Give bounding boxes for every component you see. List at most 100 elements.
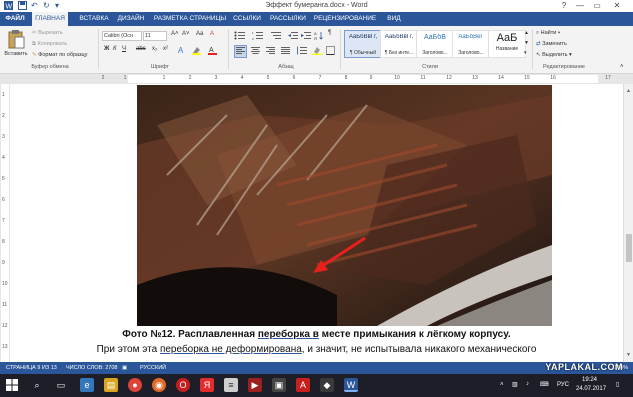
highlight-icon[interactable] (192, 45, 201, 57)
styles-more-icon[interactable]: ▾ (524, 50, 527, 56)
proofing-icon[interactable]: ▣ (122, 365, 127, 371)
app-icon[interactable]: ◆ (320, 378, 334, 392)
editing-group-label: Редактирование (543, 64, 585, 70)
vertical-ruler[interactable]: 1 2 3 4 5 6 7 8 9 10 11 12 13 (0, 84, 10, 362)
sort-icon[interactable]: AЯ (314, 31, 323, 42)
search-icon: ⌕ (536, 30, 540, 36)
change-case-button[interactable]: Aa (196, 31, 203, 37)
justify-icon[interactable] (280, 46, 291, 57)
vertical-scrollbar[interactable]: ▲ ▼ (623, 84, 633, 362)
ruler-number: 17 (605, 75, 611, 81)
text-effects-icon[interactable]: A (178, 45, 187, 56)
font-family-select[interactable]: Calibri (Осн (102, 31, 142, 41)
edge-icon[interactable]: e (80, 378, 94, 392)
opera-icon[interactable]: O (176, 378, 190, 392)
find-button[interactable]: ⌕ Найти ▾ (536, 30, 560, 37)
align-center-icon[interactable] (250, 46, 261, 57)
shading-icon[interactable] (312, 46, 322, 57)
minimize-button[interactable]: — (572, 0, 588, 12)
styles-scroll-down-icon[interactable]: ▼ (524, 40, 529, 46)
file-explorer-icon[interactable]: ▤ (104, 378, 118, 392)
increase-indent-icon[interactable] (301, 31, 311, 42)
chrome-icon[interactable]: ● (128, 378, 142, 392)
task-view-icon[interactable]: ▭ (54, 378, 68, 392)
scroll-up-icon[interactable]: ▲ (626, 88, 631, 94)
caption-text: месте примыкания к лёгкому корпусу. (318, 329, 511, 340)
help-button[interactable]: ? (556, 0, 572, 12)
tab-design[interactable]: ДИЗАЙН (114, 12, 148, 26)
replace-button[interactable]: ⇄ Заменить (536, 41, 567, 47)
align-left-icon[interactable] (234, 45, 247, 58)
acrobat-icon[interactable]: A (296, 378, 310, 392)
search-icon[interactable]: ⌕ (30, 378, 44, 392)
font-size-select[interactable]: 11 (143, 31, 167, 41)
page-count[interactable]: СТРАНИЦА 9 ИЗ 13 (6, 365, 57, 371)
style-heading-2[interactable]: АаБбВеГ Заголово... (452, 30, 490, 58)
copy-button[interactable]: ⧉ Копировать (32, 41, 67, 48)
underline-button[interactable]: Ч (122, 46, 126, 52)
decrease-indent-icon[interactable] (288, 31, 298, 42)
line-spacing-icon[interactable] (296, 46, 307, 57)
superscript-button[interactable]: x² (163, 46, 168, 52)
style-name: ¶ Без инте... (384, 50, 414, 56)
language-indicator[interactable]: РУССКИЙ (140, 365, 166, 371)
bold-button[interactable]: Ж (104, 46, 109, 52)
show-marks-button[interactable]: ¶ (328, 30, 331, 36)
tab-references[interactable]: ССЫЛКИ (230, 12, 264, 26)
notepad-icon[interactable]: ≡ (224, 378, 238, 392)
firefox-icon[interactable]: ◉ (152, 378, 166, 392)
language-tray[interactable]: РУС (557, 382, 569, 388)
tab-home[interactable]: ГЛАВНАЯ (32, 12, 68, 27)
style-normal[interactable]: АаБбВвГг, ¶ Обычный (344, 30, 382, 58)
grow-font-button[interactable]: A˄ (171, 31, 179, 37)
numbering-icon[interactable]: 13 (252, 31, 264, 42)
tab-file[interactable]: ФАЙЛ (0, 12, 30, 26)
volume-icon[interactable]: ♪ (526, 381, 529, 387)
styles-scroll-up-icon[interactable]: ▲ (524, 30, 529, 36)
style-no-spacing[interactable]: АаБбВвГг, ¶ Без инте... (380, 30, 418, 58)
tab-review[interactable]: РЕЦЕНЗИРОВАНИЕ (312, 12, 378, 26)
word-count[interactable]: ЧИСЛО СЛОВ: 2708 (66, 365, 117, 371)
network-icon[interactable]: ▥ (512, 381, 518, 388)
italic-button[interactable]: К (113, 46, 117, 52)
tab-view[interactable]: ВИД (382, 12, 406, 26)
ruler-number: 11 (420, 75, 426, 81)
ruler-number: 8 (344, 75, 348, 81)
strikethrough-button[interactable]: abc (136, 46, 146, 52)
tab-mailings[interactable]: РАССЫЛКИ (268, 12, 308, 26)
multilevel-list-icon[interactable] (270, 31, 282, 42)
horizontal-ruler[interactable]: 2 1 1 2 3 4 5 6 7 8 9 10 11 12 13 14 15 … (0, 74, 633, 84)
document-photo[interactable] (137, 85, 552, 326)
keyboard-icon[interactable]: ⌨ (540, 381, 549, 388)
style-title[interactable]: АаБ Название (488, 30, 526, 58)
photo-image (137, 85, 552, 326)
yandex-icon[interactable]: Я (200, 378, 214, 392)
close-button[interactable]: ✕ (609, 0, 625, 12)
format-painter-button[interactable]: ✎ Формат по образцу (32, 52, 87, 58)
shrink-font-button[interactable]: A˅ (182, 31, 190, 37)
media-player-icon[interactable]: ▶ (248, 378, 262, 392)
notifications-icon[interactable]: ▯ (616, 381, 619, 388)
subscript-button[interactable]: x₂ (152, 46, 157, 52)
tab-page-layout[interactable]: РАЗМЕТКА СТРАНИЦЫ (152, 12, 228, 26)
windows-start-icon[interactable] (6, 379, 18, 393)
clock-date[interactable]: 24.07.2017 (576, 386, 606, 392)
clock-time[interactable]: 19:24 (582, 377, 597, 383)
select-button[interactable]: ↖ Выделить ▾ (536, 52, 572, 58)
app-icon[interactable]: ▣ (272, 378, 286, 392)
clear-format-button[interactable]: A (210, 31, 214, 37)
restore-button[interactable]: ▭ (589, 0, 605, 12)
tray-chevron-icon[interactable]: ˄ (500, 382, 504, 388)
scroll-down-icon[interactable]: ▼ (626, 352, 631, 358)
style-heading-1[interactable]: АаБбВ Заголово... (416, 30, 454, 58)
font-color-icon[interactable]: A (208, 45, 217, 57)
borders-icon[interactable] (326, 46, 335, 57)
scroll-thumb[interactable] (626, 234, 632, 262)
collapse-ribbon-icon[interactable]: ˄ (620, 64, 624, 70)
tab-insert[interactable]: ВСТАВКА (74, 12, 114, 26)
paste-button[interactable]: Вставить (4, 29, 28, 57)
align-right-icon[interactable] (265, 46, 276, 57)
cut-button[interactable]: ✂ Вырезать (32, 30, 63, 36)
bullets-icon[interactable] (234, 31, 246, 42)
word-taskbar-icon[interactable]: W (344, 378, 358, 392)
